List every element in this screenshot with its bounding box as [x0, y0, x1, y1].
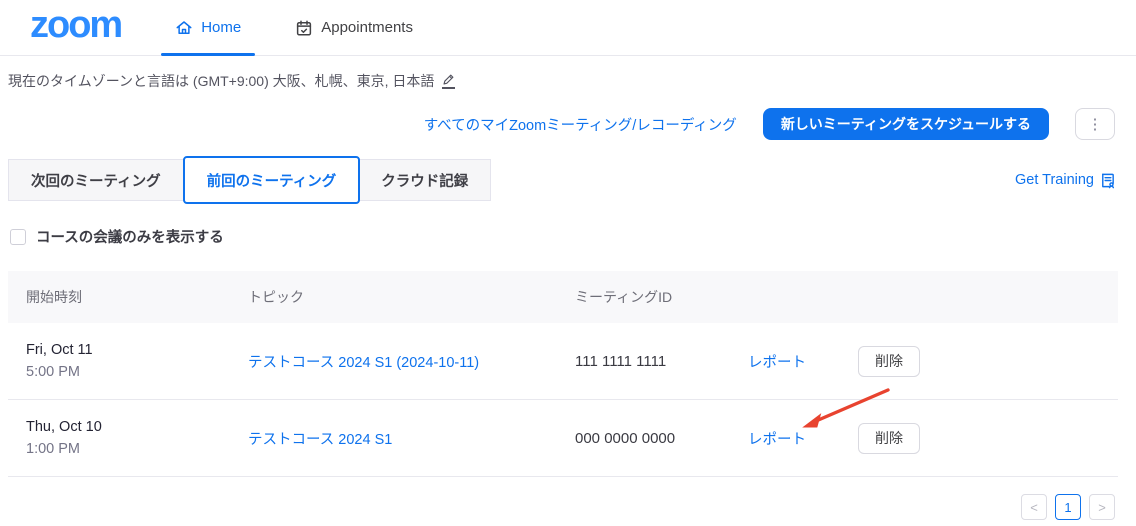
- pagination-page-1-button[interactable]: 1: [1055, 494, 1081, 520]
- delete-button[interactable]: 削除: [858, 423, 920, 454]
- delete-button[interactable]: 削除: [858, 346, 920, 377]
- calendar-check-icon: [295, 19, 313, 37]
- table-header-row: 開始時刻 トピック ミーティングID: [8, 271, 1118, 323]
- report-link[interactable]: レポート: [748, 355, 806, 371]
- start-time-cell: Thu, Oct 10 1:00 PM: [8, 419, 248, 457]
- all-meetings-recordings-link[interactable]: すべてのマイZoomミーティング/レコーディング: [424, 114, 737, 135]
- tab-upcoming-meetings[interactable]: 次回のミーティング: [8, 159, 184, 201]
- course-filter-row: コースの会議のみを表示する: [10, 226, 1136, 247]
- report-link-row-2[interactable]: レポート: [748, 432, 806, 448]
- training-doc-icon: [1099, 172, 1116, 189]
- table-row: Thu, Oct 10 1:00 PM テストコース 2024 S1 000 0…: [8, 400, 1118, 477]
- get-training-link[interactable]: Get Training: [1015, 172, 1116, 189]
- pencil-edit-icon[interactable]: [442, 73, 455, 89]
- pagination-prev-button[interactable]: <: [1021, 494, 1047, 520]
- course-only-checkbox[interactable]: [10, 229, 26, 245]
- more-options-button[interactable]: ⋮: [1075, 108, 1115, 140]
- nav-tab-appointments-label: Appointments: [321, 19, 413, 36]
- meeting-date: Thu, Oct 10: [26, 419, 248, 435]
- meeting-id: 111 1111 1111: [575, 353, 748, 370]
- nav-tab-home-label: Home: [201, 19, 241, 36]
- home-icon: [175, 19, 193, 37]
- meeting-date: Fri, Oct 11: [26, 342, 248, 358]
- header-nav: Home Appointments: [161, 0, 427, 55]
- column-header-topic: トピック: [248, 287, 575, 307]
- column-header-meeting-id: ミーティングID: [575, 287, 748, 307]
- schedule-meeting-button[interactable]: 新しいミーティングをスケジュールする: [763, 108, 1049, 140]
- meetings-tabstrip: 次回のミーティング 前回のミーティング クラウド記録 Get Training: [8, 156, 1116, 204]
- app-header: zoom Home Appointments: [0, 0, 1136, 56]
- previous-meetings-table: 開始時刻 トピック ミーティングID Fri, Oct 11 5:00 PM テ…: [8, 271, 1118, 477]
- nav-tab-appointments[interactable]: Appointments: [281, 0, 427, 55]
- zoom-logo[interactable]: zoom: [30, 6, 121, 50]
- meeting-time: 5:00 PM: [26, 364, 248, 380]
- timezone-language-line: 現在のタイムゾーンと言語は (GMT+9:00) 大阪、札幌、東京, 日本語: [8, 71, 1136, 91]
- meeting-time: 1:00 PM: [26, 441, 248, 457]
- start-time-cell: Fri, Oct 11 5:00 PM: [8, 342, 248, 380]
- topic-link[interactable]: テストコース 2024 S1 (2024-10-11): [248, 355, 479, 371]
- nav-tab-home[interactable]: Home: [161, 0, 255, 55]
- topic-link[interactable]: テストコース 2024 S1: [248, 432, 392, 448]
- table-row: Fri, Oct 11 5:00 PM テストコース 2024 S1 (2024…: [8, 323, 1118, 400]
- pagination-next-button[interactable]: >: [1089, 494, 1115, 520]
- column-header-start-time: 開始時刻: [8, 287, 248, 307]
- zoom-lms-page: zoom Home Appointments 現在の: [0, 0, 1136, 526]
- meeting-id: 000 0000 0000: [575, 430, 748, 447]
- timezone-text: 現在のタイムゾーンと言語は (GMT+9:00) 大阪、札幌、東京, 日本語: [8, 71, 434, 91]
- tab-cloud-recordings[interactable]: クラウド記録: [359, 159, 491, 201]
- tab-previous-meetings[interactable]: 前回のミーティング: [183, 156, 361, 204]
- get-training-label: Get Training: [1015, 172, 1094, 188]
- course-only-checkbox-label: コースの会議のみを表示する: [36, 226, 224, 247]
- actions-row: すべてのマイZoomミーティング/レコーディング 新しいミーティングをスケジュー…: [0, 108, 1136, 140]
- pagination: < 1 >: [0, 494, 1136, 520]
